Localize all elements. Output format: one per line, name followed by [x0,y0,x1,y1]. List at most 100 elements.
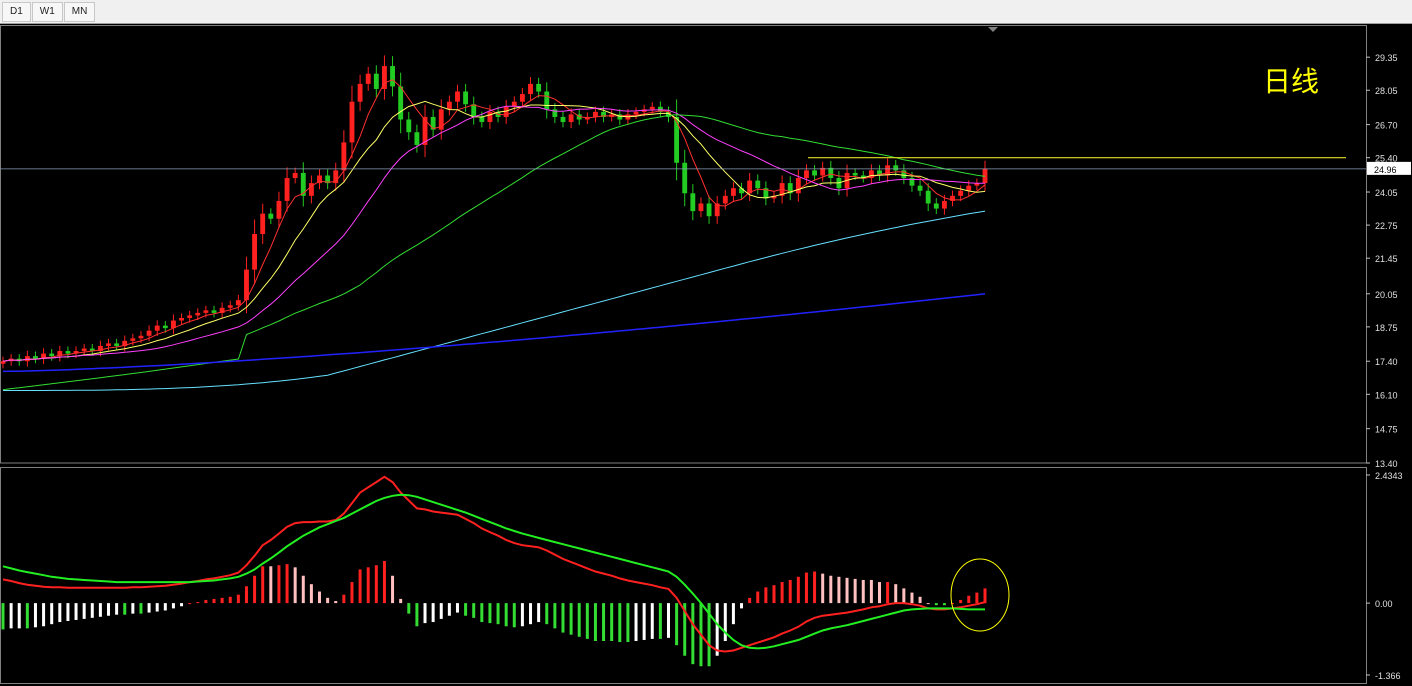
candle-body [406,119,412,133]
macd-bar [326,597,330,604]
candle-body [227,305,233,308]
candle [244,256,249,314]
macd-bar [220,597,224,604]
chart-svg[interactable]: 29.3528.0526.7025.4024.0522.7521.4520.05… [0,25,1412,686]
macd-bar [171,603,175,609]
candle-body [130,338,136,341]
candle-body [284,178,290,201]
candle-body [357,83,363,102]
macd-bar [131,603,135,614]
candle [544,82,550,119]
candle [617,109,623,125]
macd-bar [886,582,890,604]
macd-bar [748,597,752,604]
macd-bar [723,603,727,642]
ma60-line [2,114,986,391]
macd-bar [139,603,143,614]
candle [390,56,395,97]
candle-body [925,190,931,204]
candle [552,103,558,124]
candle [528,77,533,101]
macd-bar [512,603,516,628]
macd-bar [545,603,549,625]
macd-panel: 2.4343 0.00 -1.366 [0,467,1403,684]
candle [268,208,274,225]
macd-bar [147,603,151,613]
candle-body [828,167,834,179]
candle [763,181,769,206]
candle-body [252,234,258,270]
candle [357,74,363,111]
macd-bar [593,603,597,642]
macd-bar [959,599,963,604]
macd-dea-line [2,493,985,650]
macd-bar [553,603,557,629]
price-tick-label: 14.75 [1375,425,1398,435]
candle-body [698,203,704,212]
candle-body [722,195,728,204]
macd-bar [212,598,216,604]
macd-bar [910,592,914,604]
candle [382,55,387,100]
candle [739,182,744,199]
macd-bar [942,603,946,606]
candle [398,72,404,134]
candle [812,165,818,181]
candle [373,65,379,98]
macd-bar [98,603,102,617]
macd-bar [488,603,492,624]
candle-body [203,310,209,313]
ma20-line [2,105,986,362]
macd-bar [861,579,865,604]
candle-body [941,200,947,209]
candle [219,302,225,319]
price-tick-label: 24.05 [1375,188,1398,198]
highlight-circle [950,558,1010,632]
candle [682,149,688,207]
macd-bar [391,575,395,604]
candle-body [49,353,55,357]
timeframe-toolbar: D1 W1 MN [0,0,1412,24]
candle [901,164,907,185]
candle [455,84,460,109]
macd-bar [837,576,841,604]
macd-bar [253,575,257,604]
candle [349,85,355,159]
macd-bar [821,573,825,604]
price-tick-label: 17.40 [1375,357,1398,367]
macd-bar [602,603,606,642]
macd-bar [772,585,776,604]
candle [511,96,517,113]
candle-body [593,111,598,117]
timeframe-annotation: 日线 [1263,65,1319,98]
tab-w1[interactable]: W1 [31,2,63,22]
candle [0,356,6,369]
macd-bar [813,571,817,604]
macd-bar [155,603,159,612]
tab-d1[interactable]: D1 [2,2,31,22]
candle [317,169,322,190]
price-panel-border [0,25,1367,464]
macd-bar [285,564,289,604]
candle-body [179,317,184,321]
candle-body [893,165,899,171]
candle-body [536,83,542,92]
candle [471,96,477,125]
macd-bar [309,584,313,604]
macd-bar [520,603,524,627]
chart-area[interactable]: 29.35 28.05 26.70 25.40 24.05 22.75 21.45 20.05… [0,25,1412,686]
candle [422,104,428,158]
current-price-label: 24.96 [1374,165,1397,175]
candle-body [519,94,525,102]
macd-bar [894,584,898,604]
candle [893,159,899,176]
candle-body [812,170,818,176]
tab-mn[interactable]: MN [63,2,96,22]
macd-bar [74,603,78,620]
candle-body [706,203,712,217]
macd-bar [334,601,338,604]
macd-bar [537,603,541,623]
candle-body [365,73,371,84]
macd-bar [439,603,443,619]
candle [933,198,939,214]
